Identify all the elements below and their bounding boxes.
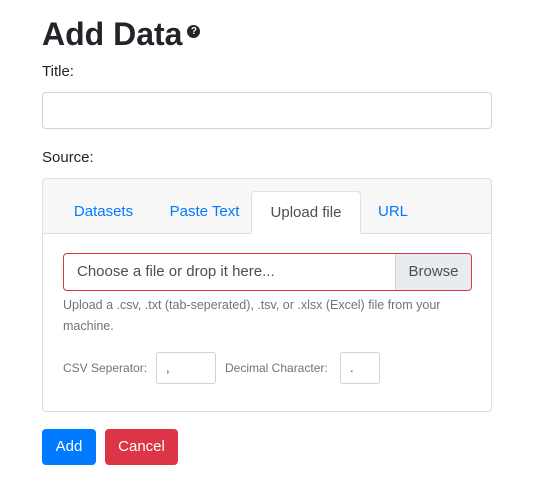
source-tabs: Datasets Paste Text Upload file URL [43, 179, 491, 234]
tab-upload-file[interactable]: Upload file [251, 191, 361, 234]
tab-paste-text[interactable]: Paste Text [154, 191, 255, 233]
source-label: Source: [42, 149, 94, 166]
add-button[interactable]: Add [42, 429, 96, 465]
file-upload-input[interactable]: Choose a file or drop it here... Browse [63, 253, 472, 291]
decimal-character-input[interactable]: . [340, 352, 380, 384]
tab-url[interactable]: URL [367, 191, 419, 233]
title-label: Title: [42, 63, 74, 80]
upload-help-text: Upload a .csv, .txt (tab-seperated), .ts… [63, 298, 441, 333]
browse-button[interactable]: Browse [395, 254, 471, 290]
page-title: Add Data ? [42, 14, 201, 54]
cancel-button[interactable]: Cancel [105, 429, 178, 465]
title-input[interactable] [42, 92, 492, 129]
file-upload-placeholder: Choose a file or drop it here... [77, 263, 275, 280]
source-card: Datasets Paste Text Upload file URL Choo… [42, 178, 492, 412]
help-icon[interactable]: ? [187, 24, 201, 38]
csv-separator-label: CSV Seperator: [63, 361, 148, 375]
csv-separator-input[interactable]: , [156, 352, 216, 384]
page-title-text: Add Data [42, 16, 183, 52]
decimal-character-label: Decimal Character: [225, 361, 328, 375]
tab-datasets[interactable]: Datasets [59, 191, 148, 233]
